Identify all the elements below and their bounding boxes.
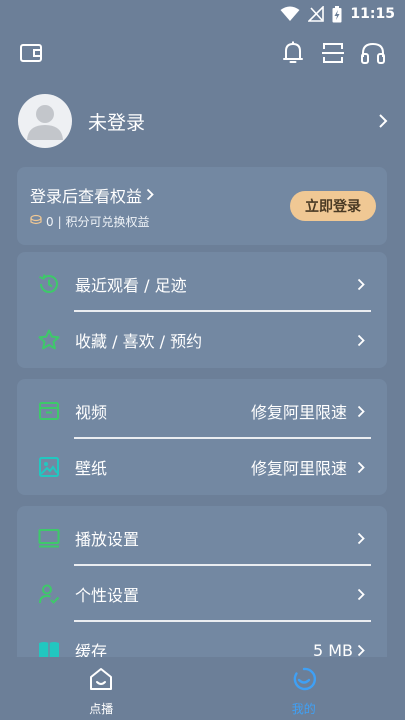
list-item-video[interactable]: 视频 修复阿里限速 — [17, 383, 387, 439]
list-item-personal-settings[interactable]: 个性设置 — [17, 566, 387, 622]
headset-icon[interactable] — [359, 39, 387, 67]
bell-icon[interactable] — [279, 39, 307, 67]
list-item-playback-settings[interactable]: 播放设置 — [17, 510, 387, 566]
list-item-label: 收藏 / 喜欢 / 预约 — [75, 332, 203, 351]
profile-name: 未登录 — [88, 111, 146, 134]
coin-icon — [30, 214, 42, 229]
list-item-label: 最近观看 / 足迹 — [75, 276, 187, 295]
list-item-favorites[interactable]: 收藏 / 喜欢 / 预约 — [17, 312, 387, 368]
chevron-right-icon — [357, 278, 365, 291]
status-time: 11:15 — [350, 6, 395, 22]
avatar[interactable] — [18, 94, 72, 148]
chevron-right-icon — [357, 644, 365, 657]
bottom-nav: 点播 我的 — [0, 657, 405, 720]
list-item-label: 播放设置 — [75, 530, 140, 549]
benefits-title[interactable]: 登录后查看权益 — [30, 183, 154, 207]
history-section: 最近观看 / 足迹 收藏 / 喜欢 / 预约 — [17, 252, 387, 368]
chevron-right-icon — [357, 405, 365, 418]
no-signal-icon — [308, 6, 325, 22]
login-button[interactable]: 立即登录 — [290, 191, 376, 221]
profile-row[interactable]: 未登录 — [18, 94, 388, 148]
tab-label: 点播 — [89, 702, 114, 716]
media-section: 视频 修复阿里限速 壁纸 修复阿里限速 — [17, 379, 387, 495]
list-item-label: 壁纸 — [75, 459, 108, 478]
list-item-cache[interactable]: 缓存 5 MB — [17, 622, 387, 658]
benefits-title-text: 登录后查看权益 — [30, 187, 143, 206]
points-value: 0 — [46, 214, 54, 229]
scan-icon[interactable] — [319, 39, 347, 67]
home-icon — [87, 665, 115, 697]
profile-tab-icon — [290, 665, 318, 697]
chevron-right-icon — [357, 461, 365, 474]
points-info: 0 | 积分可兑换权益 — [30, 213, 150, 230]
chevron-right-icon — [146, 186, 154, 205]
book-icon — [37, 638, 61, 658]
chevron-right-icon — [378, 113, 388, 129]
list-item-wallpaper[interactable]: 壁纸 修复阿里限速 — [17, 439, 387, 495]
list-item-value: 修复阿里限速 — [250, 403, 347, 422]
monitor-icon — [37, 526, 61, 550]
benefits-card: 登录后查看权益 0 | 积分可兑换权益 立即登录 — [17, 167, 387, 245]
wallet-icon[interactable] — [17, 39, 45, 67]
battery-charging-icon — [332, 5, 342, 23]
wifi-icon — [280, 6, 300, 22]
top-bar — [0, 36, 405, 70]
history-clock-icon — [37, 272, 61, 296]
list-item-recent[interactable]: 最近观看 / 足迹 — [17, 256, 387, 312]
list-item-value: 5 MB — [312, 640, 353, 659]
star-icon — [37, 328, 61, 352]
list-item-value: 修复阿里限速 — [250, 459, 347, 478]
list-item-label: 缓存 — [75, 642, 108, 658]
status-bar: 11:15 — [0, 0, 405, 28]
tab-label: 我的 — [291, 702, 316, 716]
user-check-icon — [37, 582, 61, 606]
tab-profile[interactable]: 我的 — [203, 657, 405, 720]
list-item-label: 视频 — [75, 403, 108, 422]
points-suffix: | 积分可兑换权益 — [57, 215, 150, 229]
settings-section: 播放设置 个性设置 缓存 5 MB — [17, 506, 387, 658]
list-item-label: 个性设置 — [75, 586, 140, 605]
chevron-right-icon — [357, 588, 365, 601]
video-box-icon — [37, 399, 61, 423]
image-icon — [37, 455, 61, 479]
tab-home[interactable]: 点播 — [0, 657, 203, 720]
chevron-right-icon — [357, 334, 365, 347]
chevron-right-icon — [357, 532, 365, 545]
